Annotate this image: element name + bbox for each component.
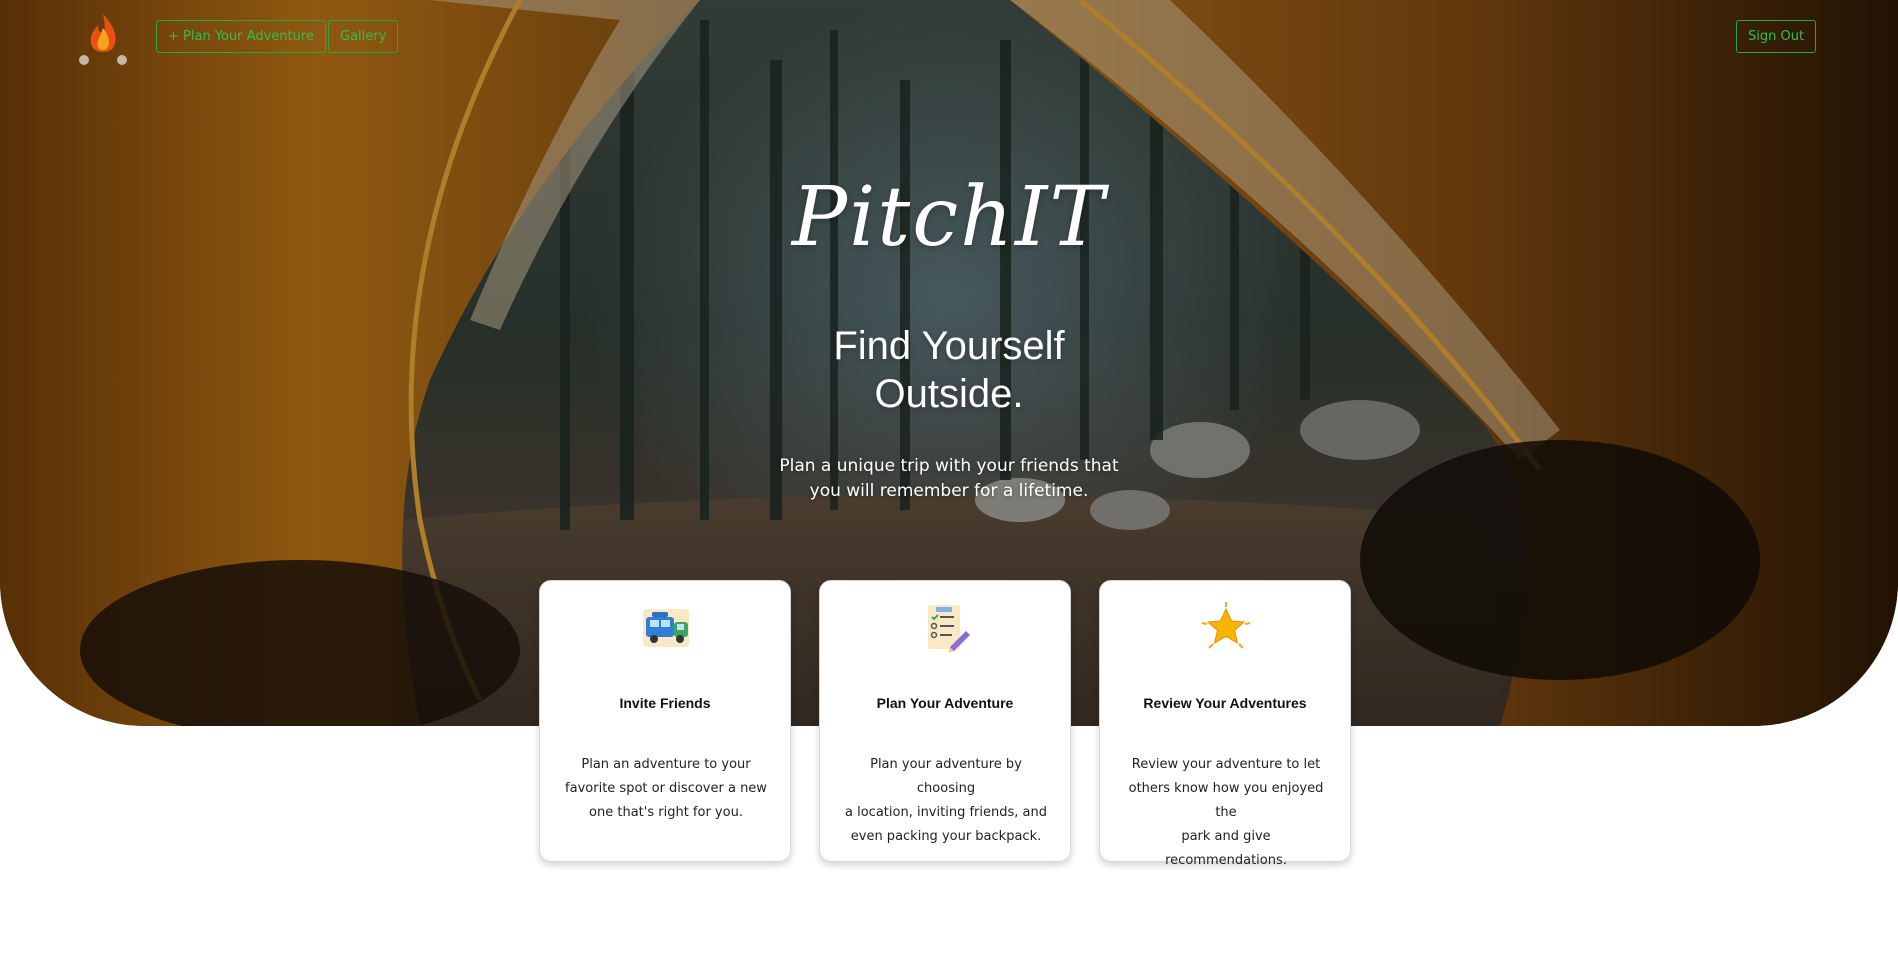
sign-out-button[interactable]: Sign Out [1736, 20, 1817, 53]
card-text-line: Plan your adventure by choosing [870, 757, 1022, 796]
checklist-icon [928, 605, 970, 652]
card-text-line: one that's right for you. [589, 805, 743, 820]
feature-card-plan-adventure: Plan Your Adventure Plan your adventure … [819, 580, 1071, 862]
card-text-line: a location, inviting friends, and [845, 805, 1047, 820]
landing-page: + Plan Your Adventure Gallery Sign Out P… [0, 0, 1898, 966]
star-icon [1201, 602, 1251, 649]
card-title: Plan Your Adventure [876, 695, 1014, 711]
card-text-line: favorite spot or discover a new [565, 781, 767, 796]
subline-line-2: you will remember for a lifetime. [809, 481, 1089, 501]
card-description: Plan an adventure to your favorite spot … [562, 753, 770, 825]
tagline-line-2: Outside. [874, 372, 1024, 416]
tagline-line-1: Find Yourself [833, 324, 1065, 368]
feature-card-invite-friends: Invite Friends Plan an adventure to your… [539, 580, 791, 862]
card-description: Review your adventure to let others know… [1122, 753, 1330, 873]
plan-adventure-button[interactable]: + Plan Your Adventure [156, 20, 326, 53]
card-text-line: Plan an adventure to your [581, 757, 751, 772]
card-text-line: park and give recommendations. [1165, 829, 1287, 868]
card-text-line: even packing your backpack. [850, 829, 1042, 844]
brand-title: PitchIT [791, 170, 1107, 265]
card-text-line: others know how you enjoyed the [1128, 781, 1324, 820]
camper-van-icon [643, 609, 689, 647]
hero-tagline: Find Yourself Outside. [749, 322, 1149, 418]
feature-card-review-adventures: Review Your Adventures Review your adven… [1099, 580, 1351, 868]
subline-line-1: Plan a unique trip with your friends tha… [779, 456, 1119, 476]
gallery-button[interactable]: Gallery [328, 20, 399, 53]
card-text-line: Review your adventure to let [1131, 757, 1321, 772]
hero-subline: Plan a unique trip with your friends tha… [779, 454, 1119, 504]
card-title: Invite Friends [619, 695, 711, 711]
campfire-icon[interactable] [78, 10, 128, 66]
card-title: Review Your Adventures [1143, 695, 1307, 711]
card-description: Plan your adventure by choosing a locati… [842, 753, 1050, 849]
